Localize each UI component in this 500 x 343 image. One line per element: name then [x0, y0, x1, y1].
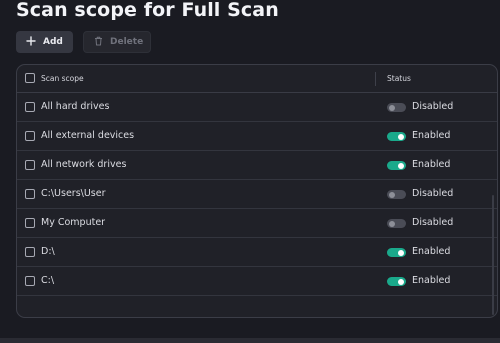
status-text: Enabled: [412, 159, 451, 170]
scope-name: C:\: [41, 275, 55, 286]
select-all-checkbox[interactable]: [25, 73, 35, 83]
status-toggle[interactable]: [387, 277, 406, 286]
row-checkbox[interactable]: [25, 276, 35, 286]
row-checkbox[interactable]: [25, 247, 35, 257]
row-checkbox[interactable]: [25, 218, 35, 228]
plus-icon: [26, 35, 36, 49]
status-toggle[interactable]: [387, 248, 406, 257]
row-checkbox[interactable]: [25, 131, 35, 141]
scope-name: All hard drives: [41, 101, 110, 112]
status-toggle[interactable]: [387, 161, 406, 170]
row-checkbox[interactable]: [25, 189, 35, 199]
status-text: Disabled: [412, 101, 454, 112]
scope-name: My Computer: [41, 217, 106, 228]
table-scrollbar[interactable]: [492, 195, 494, 315]
add-button-label: Add: [43, 37, 63, 47]
status-text: Disabled: [412, 188, 454, 199]
table-row[interactable]: C:\Users\User Disabled: [17, 180, 497, 209]
table-row[interactable]: My Computer Disabled: [17, 209, 497, 238]
scope-name: D:\: [41, 246, 55, 257]
scope-name: All external devices: [41, 130, 135, 141]
table-row[interactable]: All network drives Enabled: [17, 151, 497, 180]
table-row[interactable]: All hard drives Disabled: [17, 93, 497, 122]
status-toggle[interactable]: [387, 219, 406, 228]
status-toggle[interactable]: [387, 190, 406, 199]
delete-button-label: Delete: [110, 37, 144, 47]
column-header-status[interactable]: Status: [387, 74, 411, 83]
toolbar: Add Delete: [16, 31, 151, 53]
status-text: Enabled: [412, 246, 451, 257]
trash-icon: [94, 36, 103, 49]
column-divider[interactable]: [375, 72, 376, 86]
row-checkbox[interactable]: [25, 102, 35, 112]
status-text: Enabled: [412, 130, 451, 141]
scope-name: C:\Users\User: [41, 188, 106, 199]
status-toggle[interactable]: [387, 132, 406, 141]
table-row[interactable]: All external devices Enabled: [17, 122, 497, 151]
bottom-strip: [0, 338, 500, 343]
table-row[interactable]: D:\ Enabled: [17, 238, 497, 267]
delete-button[interactable]: Delete: [83, 31, 151, 53]
status-toggle[interactable]: [387, 103, 406, 112]
add-button[interactable]: Add: [16, 31, 73, 53]
page-title: Scan scope for Full Scan: [16, 0, 279, 21]
scan-scope-table: Scan scope Status All hard drives Disabl…: [16, 64, 498, 318]
scan-scope-page: Scan scope for Full Scan Add Delete Scan…: [0, 0, 500, 343]
table-row[interactable]: C:\ Enabled: [17, 267, 497, 296]
scope-name: All network drives: [41, 159, 127, 170]
status-text: Enabled: [412, 275, 451, 286]
table-header: Scan scope Status: [17, 65, 497, 93]
status-text: Disabled: [412, 217, 454, 228]
row-checkbox[interactable]: [25, 160, 35, 170]
column-header-scope[interactable]: Scan scope: [41, 74, 84, 83]
